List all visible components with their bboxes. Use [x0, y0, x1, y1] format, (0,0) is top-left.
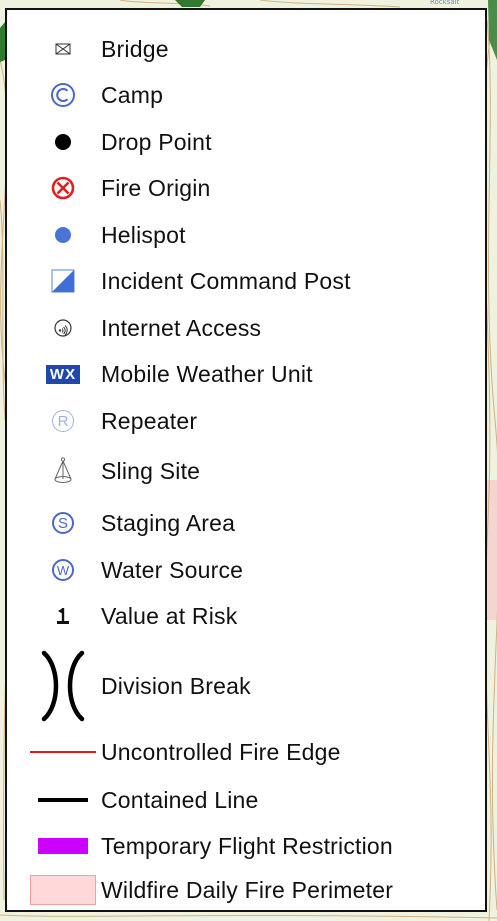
legend-item: Value at Risk	[7, 598, 485, 634]
legend-label: Camp	[101, 81, 164, 108]
mobile-weather-unit-icon: WX	[45, 364, 81, 384]
value-at-risk-icon	[57, 608, 69, 624]
legend-label: Sling Site	[101, 457, 201, 484]
legend-label: Staging Area	[101, 509, 236, 536]
legend-item: Internet Access	[7, 310, 485, 346]
legend-item: W Water Source	[7, 552, 485, 588]
legend-label: Mobile Weather Unit	[101, 360, 313, 387]
legend-item: Camp	[7, 77, 485, 113]
legend-label: Water Source	[101, 556, 244, 583]
internet-access-icon	[54, 319, 72, 337]
legend-item: Wildfire Daily Fire Perimeter	[7, 872, 485, 908]
temporary-flight-restriction-swatch	[38, 838, 88, 854]
legend-item: R Repeater	[7, 403, 485, 439]
water-source-icon: W	[52, 559, 74, 581]
incident-command-post-icon	[51, 269, 75, 293]
legend-item: Contained Line	[7, 782, 485, 818]
legend-item: Temporary Flight Restriction	[7, 828, 485, 864]
legend-label: Temporary Flight Restriction	[101, 832, 393, 859]
map-label-fragment: Rocksalt	[430, 0, 460, 6]
staging-area-icon: S	[52, 512, 74, 534]
legend-label: Internet Access	[101, 314, 262, 341]
legend-label: Repeater	[101, 407, 198, 434]
legend-item: Sling Site	[7, 453, 485, 489]
legend-label: Wildfire Daily Fire Perimeter	[101, 876, 394, 903]
fire-origin-icon	[51, 176, 75, 200]
legend-item: Incident Command Post	[7, 263, 485, 299]
helispot-icon	[55, 227, 71, 243]
contained-line	[38, 798, 88, 802]
uncontrolled-fire-edge-line	[30, 751, 96, 753]
map-legend: Bridge Camp Drop Point Fire Origin Helis…	[5, 8, 487, 912]
repeater-icon: R	[52, 410, 74, 432]
legend-label: Contained Line	[101, 786, 259, 813]
bridge-icon	[55, 43, 71, 55]
sling-site-icon	[54, 457, 72, 483]
legend-label: Fire Origin	[101, 174, 211, 201]
legend-item: Drop Point	[7, 124, 485, 160]
wildfire-daily-fire-perimeter-swatch	[30, 875, 96, 905]
legend-item: Division Break	[7, 643, 485, 729]
legend-label: Bridge	[101, 35, 169, 62]
legend-label: Incident Command Post	[101, 267, 351, 294]
legend-item: Fire Origin	[7, 170, 485, 206]
legend-item: Helispot	[7, 217, 485, 253]
legend-item: Bridge	[7, 31, 485, 67]
drop-point-icon	[55, 134, 71, 150]
legend-item: WX Mobile Weather Unit	[7, 356, 485, 392]
legend-label: Helispot	[101, 221, 186, 248]
legend-label: Drop Point	[101, 128, 212, 155]
legend-item: Uncontrolled Fire Edge	[7, 734, 485, 770]
division-break-icon	[41, 650, 85, 722]
camp-icon	[51, 83, 75, 107]
legend-label: Division Break	[101, 672, 251, 699]
legend-item: S Staging Area	[7, 505, 485, 541]
legend-label: Value at Risk	[101, 602, 238, 629]
legend-label: Uncontrolled Fire Edge	[101, 738, 341, 765]
